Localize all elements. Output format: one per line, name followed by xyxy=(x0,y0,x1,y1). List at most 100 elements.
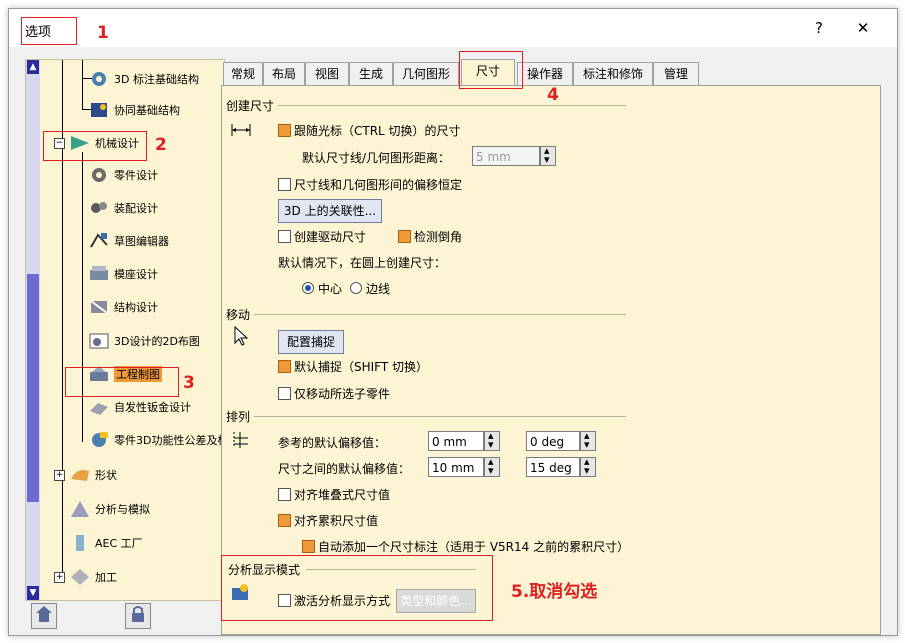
dialog-content: ▲ ▼ 3D 标注基础结构 协同基础结构 − 机械设计 零件设计 装配设计 草图… xyxy=(9,47,897,635)
structure-icon xyxy=(90,300,108,314)
ref-offset-label: 参考的默认偏移值： xyxy=(278,436,387,450)
collab-icon xyxy=(91,103,107,117)
tree-item-label: 3D设计的2D布图 xyxy=(114,335,200,348)
constant-offset-checkbox[interactable] xyxy=(278,178,291,191)
part-gear-icon xyxy=(92,168,106,182)
gear-icon xyxy=(92,72,106,86)
cursor-arrow-icon xyxy=(234,326,249,346)
group-divider xyxy=(252,314,626,315)
tree-item-mold[interactable]: 模座设计 xyxy=(88,261,158,287)
scroll-down-icon[interactable]: ▼ xyxy=(27,586,39,600)
detect-chamfer-checkbox[interactable] xyxy=(398,230,411,243)
tree-item-label: 自发性钣金设计 xyxy=(114,401,191,414)
tree-item-part-design[interactable]: 零件设计 xyxy=(88,162,158,188)
tree-line xyxy=(82,60,83,110)
tree-item-structure[interactable]: 结构设计 xyxy=(88,294,158,320)
expand-toggle-icon[interactable]: + xyxy=(54,469,65,481)
tolerance-icon xyxy=(92,432,108,447)
tree-item-sketcher[interactable]: 草图编辑器 xyxy=(88,228,169,254)
ref-offset-mm-spinner[interactable] xyxy=(484,429,500,451)
align-cumulated-checkbox[interactable] xyxy=(278,514,291,527)
detect-chamfer-label: 检测倒角 xyxy=(414,230,463,244)
tab-annotation[interactable]: 标注和修饰 xyxy=(573,62,653,85)
dimension-icon xyxy=(231,124,251,136)
analysis-icon xyxy=(71,501,89,517)
between-offset-mm-input[interactable]: 10 mm xyxy=(428,457,484,477)
sketch-icon xyxy=(90,233,108,248)
radio-center[interactable] xyxy=(302,282,314,294)
tree-item-label: 协同基础结构 xyxy=(114,104,180,117)
tab-layout[interactable]: 布局 xyxy=(263,62,305,85)
between-offset-label: 尺寸之间的默认偏移值： xyxy=(278,462,411,476)
align-stacked-label: 对齐堆叠式尺寸值 xyxy=(294,488,391,502)
auto-add-checkbox[interactable] xyxy=(302,540,315,553)
tree-item-label: 零件设计 xyxy=(114,169,158,182)
align-stacked-checkbox[interactable] xyxy=(278,488,291,501)
annotation-number-1: 1 xyxy=(97,23,109,43)
configure-snap-button[interactable]: 配置捕捉 xyxy=(278,330,344,354)
tree-item-analysis[interactable]: + 分析与模拟 xyxy=(54,496,150,522)
tree-scrollbar[interactable]: ▲ ▼ xyxy=(26,60,40,600)
tree-item-collab[interactable]: 协同基础结构 xyxy=(88,97,180,123)
tree-item-machining[interactable]: + 加工 xyxy=(54,564,117,590)
annotation-number-2: 2 xyxy=(155,135,167,155)
default-snap-checkbox[interactable] xyxy=(278,360,291,373)
annotation-number-3: 3 xyxy=(183,373,195,393)
default-distance-label: 默认尺寸线/几何图形距离： xyxy=(302,151,451,165)
follow-cursor-label: 跟随光标（CTRL 切换）的尺寸 xyxy=(294,124,461,138)
arrange-group-label: 排列 xyxy=(226,408,255,425)
help-button[interactable]: ? xyxy=(805,17,833,39)
align-cumulated-label: 对齐累积尺寸值 xyxy=(294,514,379,528)
move-group-label: 移动 xyxy=(226,306,255,323)
tab-administration[interactable]: 管理 xyxy=(653,62,699,85)
title-bar: 选项 ? ✕ xyxy=(9,9,897,47)
tab-view[interactable]: 视图 xyxy=(305,62,349,85)
tree-item-label: AEC 工厂 xyxy=(95,537,143,550)
group-divider xyxy=(262,105,626,106)
tree-item-3d-annotation[interactable]: 3D 标注基础结构 xyxy=(88,66,199,92)
tree-item-aec[interactable]: + AEC 工厂 xyxy=(54,530,143,556)
tree-item-label: 3D 标注基础结构 xyxy=(114,73,199,86)
tree-item-sheetmetal[interactable]: 自发性钣金设计 xyxy=(88,394,191,420)
tree-item-label: 模座设计 xyxy=(114,268,158,281)
tree-item-tolerance[interactable]: 零件3D功能性公差及标 xyxy=(88,427,228,453)
tree-item-label: 结构设计 xyxy=(114,301,158,314)
tab-geometry[interactable]: 几何图形 xyxy=(393,62,459,85)
shape-icon xyxy=(71,470,89,481)
close-button[interactable]: ✕ xyxy=(849,17,877,39)
radio-center-label: 中心 xyxy=(318,282,343,296)
tree-item-shape[interactable]: + 形状 xyxy=(54,462,117,488)
default-distance-spinner[interactable] xyxy=(540,144,556,166)
sheetmetal-icon xyxy=(90,403,108,415)
expand-toggle-icon[interactable]: + xyxy=(54,571,65,583)
tree-item-layout-2d[interactable]: 3D设计的2D布图 xyxy=(88,328,200,354)
tree-item-label: 草图编辑器 xyxy=(114,235,169,248)
ref-offset-deg-spinner[interactable] xyxy=(580,429,596,451)
tree-item-label: 分析与模拟 xyxy=(95,503,150,516)
tree-home-button[interactable] xyxy=(31,603,57,629)
assoc-3d-button[interactable]: 3D 上的关联性... xyxy=(278,199,382,223)
follow-cursor-checkbox[interactable] xyxy=(278,124,291,137)
annotation-box-mech xyxy=(43,131,147,161)
between-offset-mm-spinner[interactable] xyxy=(484,455,500,477)
tree-item-assembly[interactable]: 装配设计 xyxy=(88,195,158,221)
ref-offset-deg-input[interactable]: 0 deg xyxy=(526,431,580,451)
default-distance-input[interactable]: 5 mm xyxy=(472,146,540,166)
tab-generation[interactable]: 生成 xyxy=(349,62,393,85)
move-selected-checkbox[interactable] xyxy=(278,387,291,400)
home-icon xyxy=(36,606,52,622)
between-offset-deg-input[interactable]: 15 deg xyxy=(526,457,580,477)
annotation-box-analysis xyxy=(221,555,493,621)
ref-offset-mm-input[interactable]: 0 mm xyxy=(428,431,484,451)
tree-item-label: 装配设计 xyxy=(114,202,158,215)
scroll-thumb[interactable] xyxy=(27,274,39,502)
radio-edge[interactable] xyxy=(350,282,362,294)
tab-manipulators[interactable]: 操作器 xyxy=(517,62,573,85)
tab-general[interactable]: 常规 xyxy=(223,62,263,85)
scroll-up-icon[interactable]: ▲ xyxy=(27,60,39,74)
between-offset-deg-spinner[interactable] xyxy=(580,455,596,477)
tree-item-label: 加工 xyxy=(95,571,117,584)
tree-lock-button[interactable] xyxy=(125,603,151,629)
create-driving-checkbox[interactable] xyxy=(278,230,291,243)
options-dialog: 选项 ? ✕ ▲ ▼ 3D 标注基础结构 协同基础结构 − 机械设计 零件设计 … xyxy=(8,8,898,636)
